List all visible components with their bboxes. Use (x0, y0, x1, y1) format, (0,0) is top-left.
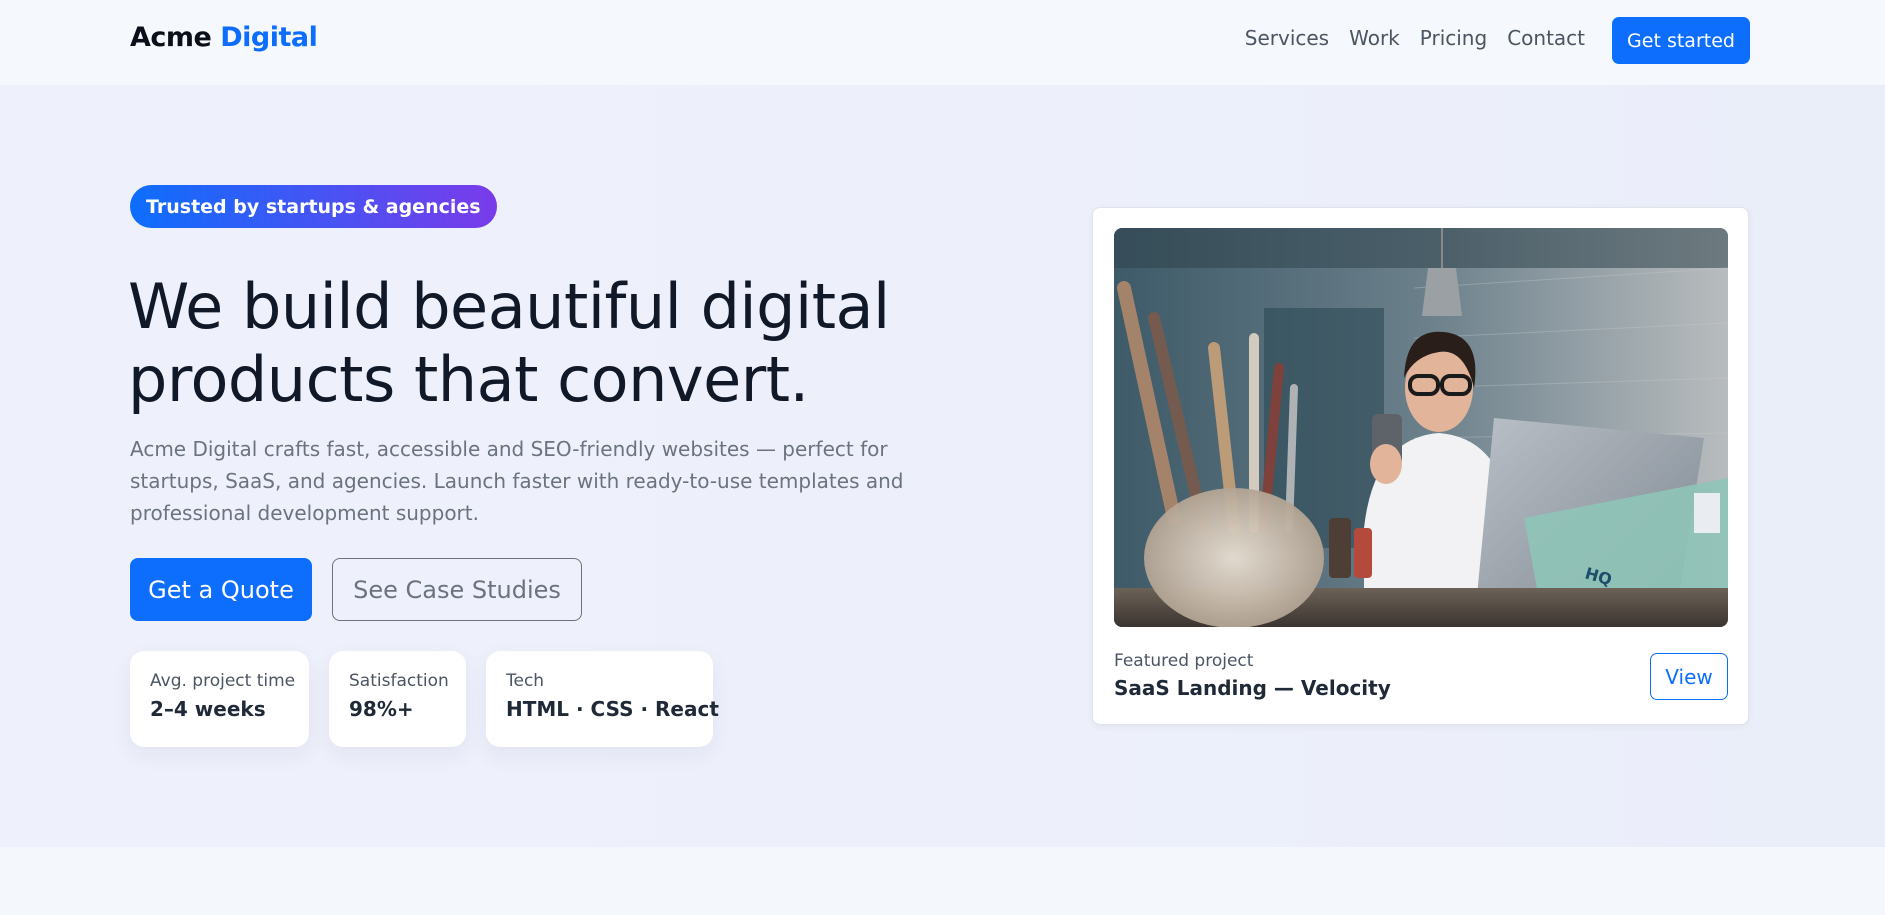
navbar: Acme Digital Services Work Pricing Conta… (0, 0, 1885, 85)
hero-title-line2: products that convert. (128, 343, 809, 416)
stat-value: 2–4 weeks (150, 697, 266, 721)
featured-project-card: HQ Featured project SaaS Landing — Veloc… (1092, 207, 1749, 725)
get-quote-button[interactable]: Get a Quote (130, 558, 312, 621)
stat-label: Avg. project time (150, 671, 296, 691)
view-project-button[interactable]: View (1650, 653, 1728, 700)
case-studies-button[interactable]: See Case Studies (332, 558, 582, 621)
featured-title: SaaS Landing — Velocity (1114, 676, 1391, 700)
nav-link-pricing[interactable]: Pricing (1420, 26, 1487, 50)
brand-name-part2: Digital (220, 22, 318, 53)
stat-value: HTML · CSS · React (506, 697, 719, 721)
hero-subtitle-line2: startups, SaaS, and agencies. Launch fas… (130, 469, 904, 493)
stat-label: Satisfaction (349, 671, 449, 691)
hero-title: We build beautiful digital products that… (128, 270, 948, 416)
hero-section: Trusted by startups & agencies We build … (0, 85, 1885, 847)
featured-photo-illustration: HQ (1114, 228, 1728, 627)
brand-name-part1: Acme (130, 22, 212, 53)
stat-label: Tech (506, 671, 545, 691)
next-section (0, 847, 1885, 915)
featured-label: Featured project (1114, 651, 1254, 671)
stat-card-satisfaction: Satisfaction 98%+ (329, 651, 466, 747)
get-started-button[interactable]: Get started (1612, 17, 1750, 64)
nav-link-work[interactable]: Work (1349, 26, 1400, 50)
hero-subtitle: Acme Digital crafts fast, accessible and… (130, 433, 910, 529)
stat-card-project-time: Avg. project time 2–4 weeks (130, 651, 309, 747)
stat-value: 98%+ (349, 697, 414, 721)
hero-subtitle-line3: professional development support. (130, 501, 479, 525)
stat-card-tech: Tech HTML · CSS · React (486, 651, 719, 747)
nav-link-services[interactable]: Services (1245, 26, 1329, 50)
hero-subtitle-line1: Acme Digital crafts fast, accessible and… (130, 437, 888, 461)
brand-logo[interactable]: Acme Digital (130, 22, 318, 53)
hero-title-line1: We build beautiful digital (128, 270, 890, 343)
featured-project-image: HQ (1114, 228, 1728, 627)
trusted-badge: Trusted by startups & agencies (130, 185, 497, 228)
nav-links: Services Work Pricing Contact (1245, 26, 1585, 50)
nav-link-contact[interactable]: Contact (1507, 26, 1585, 50)
